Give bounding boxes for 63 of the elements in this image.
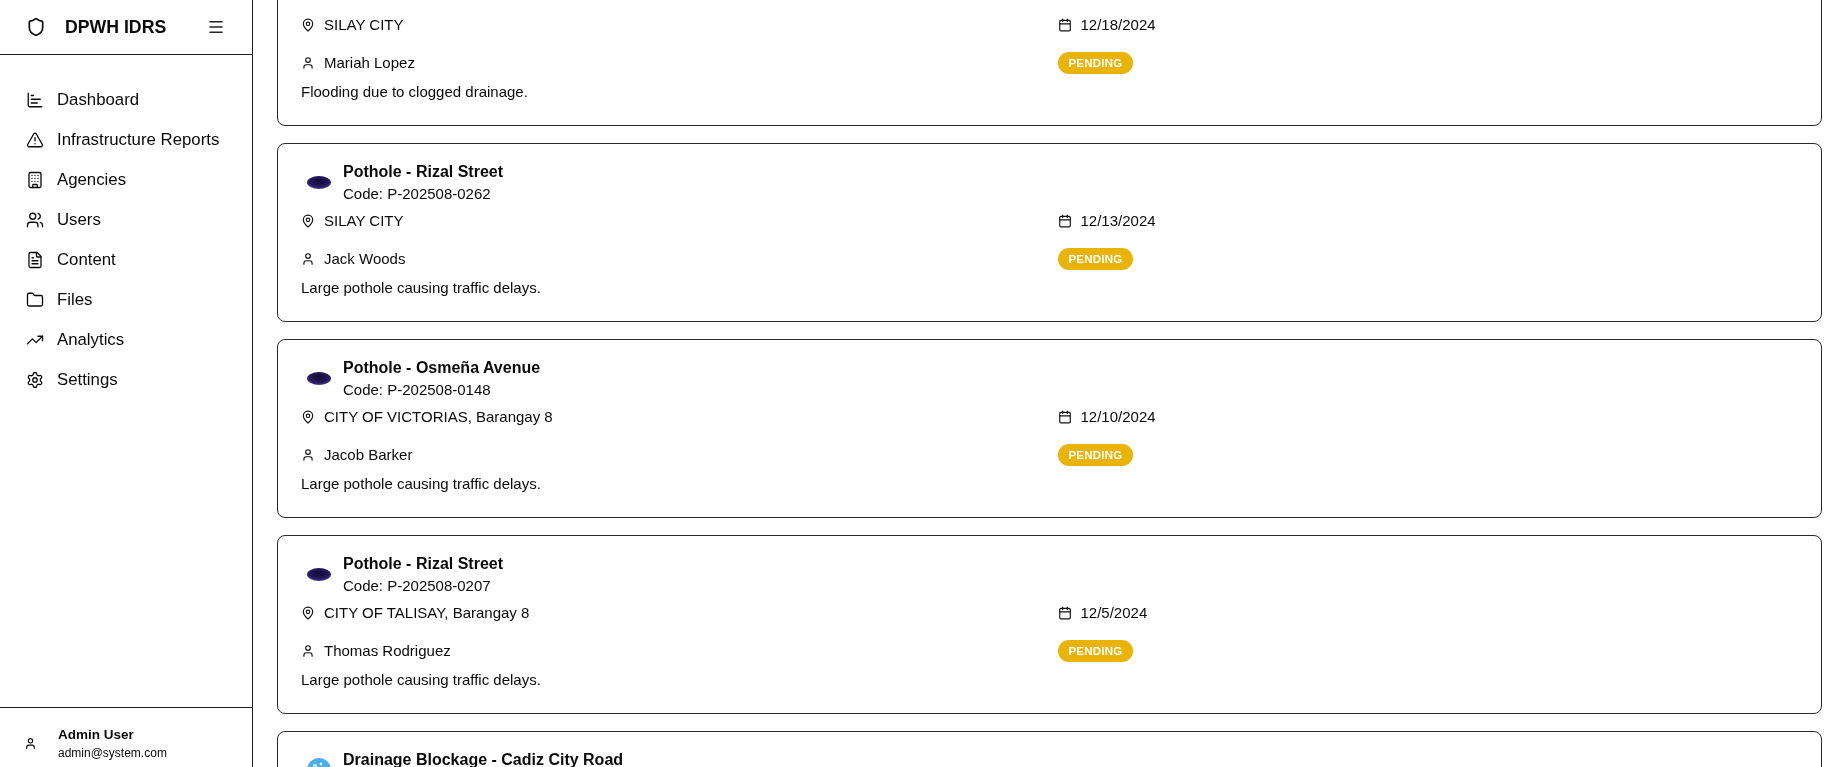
report-description: Large pothole causing traffic delays.: [301, 278, 542, 298]
calendar-icon: [1057, 18, 1072, 32]
reporter-name: Thomas Rodriguez: [324, 641, 451, 661]
location-text: CITY OF TALISAY, Barangay 8: [324, 603, 530, 623]
reporter-name: Jacob Barker: [324, 445, 413, 465]
user-icon: [301, 56, 315, 70]
user-email: admin@system.com: [58, 745, 167, 761]
report-title: Pothole - Osmeña Avenue: [343, 358, 541, 378]
warning-icon: [26, 131, 44, 149]
user-icon: [301, 644, 315, 658]
report-title: Pothole - Rizal Street: [343, 162, 504, 182]
report-code: Code: P-202508-0262: [343, 184, 492, 204]
report-description: Large pothole causing traffic delays.: [301, 474, 542, 494]
location-text: SILAY CITY: [324, 15, 404, 35]
status-badge: PENDING: [1057, 444, 1134, 466]
shield-icon: [26, 17, 46, 37]
nav-item[interactable]: Analytics: [0, 320, 252, 360]
nav-item[interactable]: Content: [0, 240, 252, 280]
menu-icon: [207, 18, 225, 36]
nav-item[interactable]: Users: [0, 200, 252, 240]
user-name: Admin User: [58, 726, 135, 744]
reporter-name: Jack Woods: [324, 249, 406, 269]
user-icon: [301, 448, 315, 462]
bar-chart-icon: [26, 91, 44, 109]
nav-item[interactable]: Files: [0, 280, 252, 320]
map-pin-icon: [301, 18, 315, 32]
reporter-name: Mariah Lopez: [324, 53, 415, 73]
hole-icon: [307, 175, 331, 189]
report-date: 12/5/2024: [1080, 603, 1148, 623]
user-icon: [301, 252, 315, 266]
report-description: Flooding due to clogged drainage.: [301, 82, 529, 102]
report-code: Code: P-202508-0148: [343, 380, 492, 400]
user-icon: [24, 736, 37, 750]
hole-icon: [307, 567, 331, 581]
calendar-icon: [1057, 410, 1072, 424]
folder-icon: [26, 291, 44, 309]
nav-item[interactable]: Agencies: [0, 160, 252, 200]
app-title: DPWH IDRS: [65, 16, 168, 38]
users-icon: [26, 211, 44, 229]
document-icon: [26, 251, 44, 269]
status-badge: PENDING: [1057, 52, 1134, 74]
status-badge: PENDING: [1057, 640, 1134, 662]
map-pin-icon: [301, 410, 315, 424]
hole-icon: [307, 371, 331, 385]
status-badge: PENDING: [1057, 248, 1134, 270]
nav-item[interactable]: Dashboard: [0, 80, 252, 120]
settings-icon: [26, 371, 44, 389]
nav-item[interactable]: Settings: [0, 360, 252, 400]
location-text: CITY OF VICTORIAS, Barangay 8: [324, 407, 553, 427]
report-title: Pothole - Rizal Street: [343, 554, 504, 574]
report-date: 12/10/2024: [1080, 407, 1156, 427]
map-pin-icon: [301, 214, 315, 228]
location-text: SILAY CITY: [324, 211, 404, 231]
menu-button[interactable]: [207, 18, 225, 36]
report-code: Code: P-202508-0207: [343, 576, 492, 596]
report-date: 12/13/2024: [1080, 211, 1156, 231]
report-description: Large pothole causing traffic delays.: [301, 670, 542, 690]
calendar-icon: [1057, 606, 1072, 620]
report-date: 12/18/2024: [1080, 15, 1156, 35]
nav-item[interactable]: Infrastructure Reports: [0, 120, 252, 160]
calendar-icon: [1057, 214, 1072, 228]
building-icon: [26, 171, 44, 189]
map-pin-icon: [301, 606, 315, 620]
